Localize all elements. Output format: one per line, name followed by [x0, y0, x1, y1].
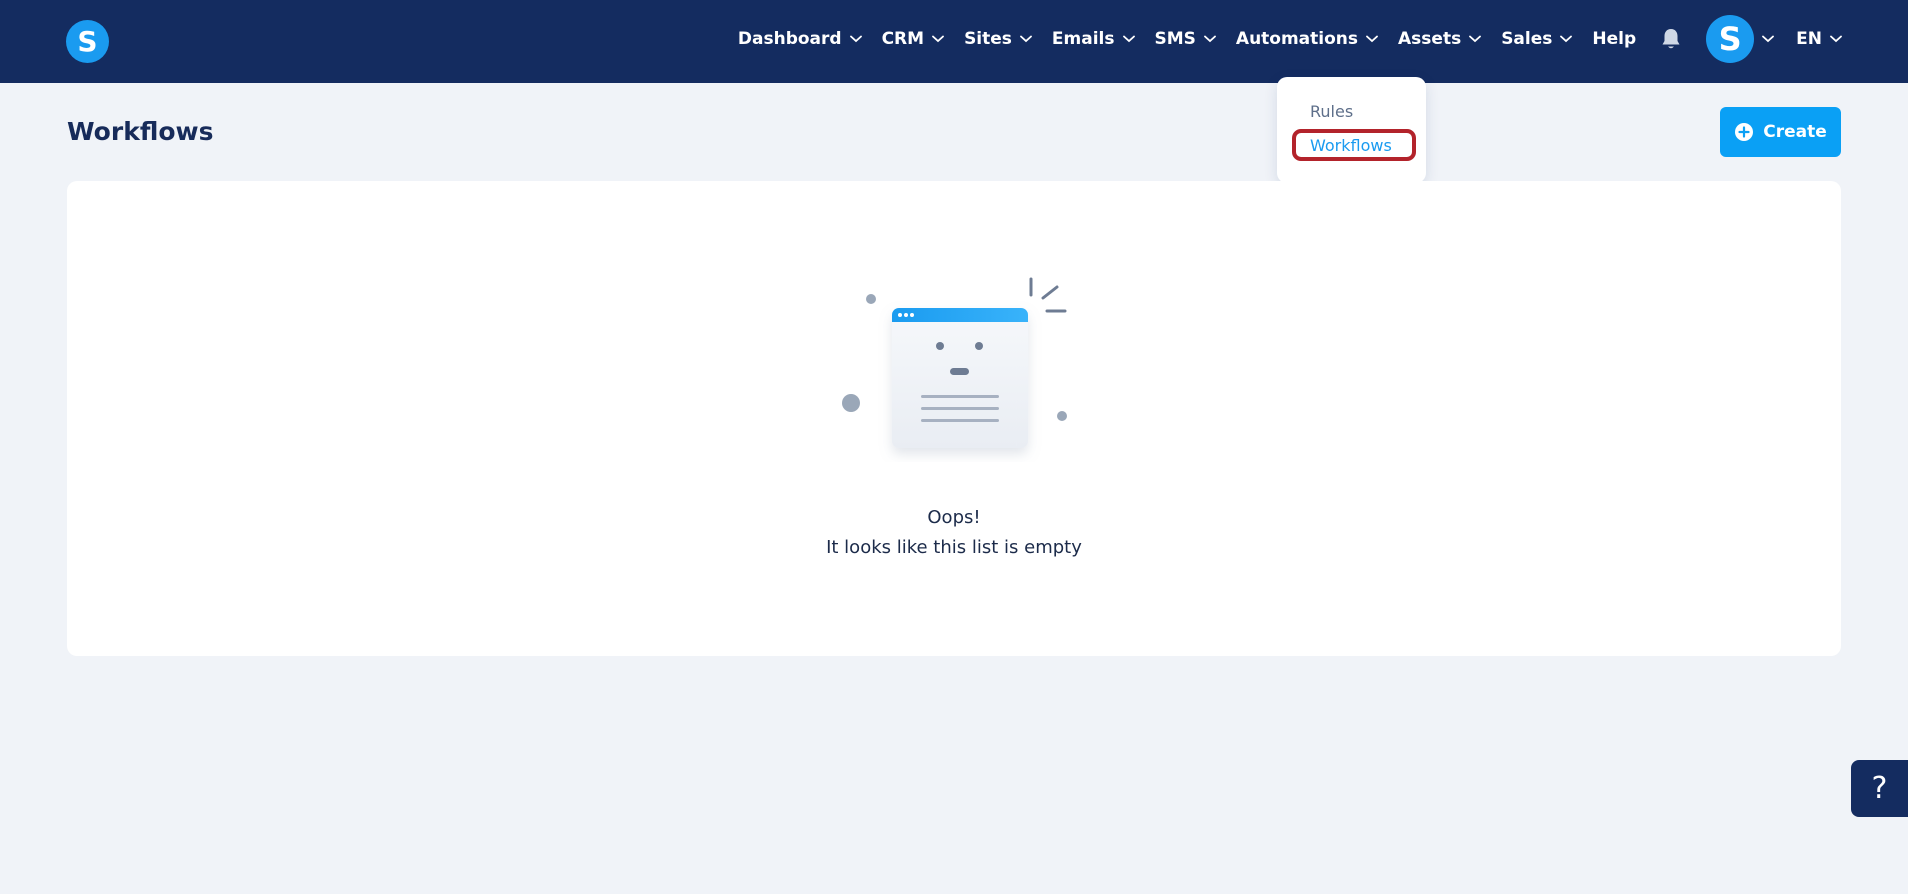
top-navbar: S Dashboard CRM Sites Emails SMS Automat… — [0, 0, 1908, 83]
nav-item-assets[interactable]: Assets — [1398, 29, 1482, 49]
nav-item-label: Help — [1592, 29, 1637, 49]
nav-item-label: Dashboard — [737, 29, 842, 49]
nav-item-emails[interactable]: Emails — [1052, 29, 1135, 49]
nav-item-sales[interactable]: Sales — [1501, 29, 1573, 49]
chevron-down-icon — [1560, 35, 1573, 43]
nav-item-label: Sales — [1501, 29, 1553, 49]
nav-item-label: SMS — [1154, 29, 1196, 49]
nav-item-label: Sites — [964, 29, 1012, 49]
app-logo[interactable]: S — [66, 20, 109, 63]
nav-item-dashboard[interactable]: Dashboard — [738, 29, 862, 49]
main-nav: Dashboard CRM Sites Emails SMS Automatio… — [738, 0, 1842, 78]
nav-item-label: CRM — [881, 29, 925, 49]
chevron-down-icon — [1469, 35, 1482, 43]
create-label: Create — [1763, 122, 1827, 142]
empty-state-title: Oops! — [927, 507, 981, 528]
nav-item-help[interactable]: Help — [1592, 29, 1636, 49]
chevron-down-icon — [1830, 35, 1842, 43]
avatar: S — [1706, 15, 1755, 63]
menu-item-workflows[interactable]: Workflows — [1310, 136, 1392, 155]
user-menu[interactable]: S — [1706, 15, 1775, 63]
bell-icon — [1662, 29, 1680, 49]
chevron-down-icon — [1122, 35, 1135, 43]
logo-letter: S — [77, 25, 98, 58]
empty-state-message: It looks like this list is empty — [826, 537, 1082, 558]
nav-item-sites[interactable]: Sites — [964, 29, 1032, 49]
nav-item-label: Emails — [1051, 29, 1115, 49]
nav-item-crm[interactable]: CRM — [882, 29, 944, 49]
notifications-button[interactable] — [1656, 27, 1682, 51]
question-icon: ? — [1871, 771, 1888, 806]
chevron-down-icon — [1020, 35, 1032, 43]
create-button[interactable]: Create — [1720, 107, 1841, 157]
chevron-down-icon — [1204, 35, 1216, 43]
automations-dropdown: Rules Workflows — [1277, 77, 1426, 183]
chevron-down-icon — [932, 35, 944, 43]
nav-item-label: Assets — [1398, 29, 1462, 49]
help-widget-button[interactable]: ? — [1851, 760, 1908, 817]
avatar-letter: S — [1718, 20, 1742, 58]
nav-item-sms[interactable]: SMS — [1155, 29, 1216, 49]
language-label: EN — [1796, 29, 1822, 49]
chevron-down-icon — [849, 35, 862, 43]
page-title: Workflows — [67, 117, 214, 146]
nav-item-label: Automations — [1235, 29, 1359, 49]
language-selector[interactable]: EN — [1796, 29, 1842, 49]
plus-circle-icon — [1735, 123, 1754, 141]
menu-item-rules[interactable]: Rules — [1310, 102, 1353, 121]
empty-list-illustration — [842, 277, 1067, 448]
chevron-down-icon — [1762, 35, 1775, 43]
chevron-down-icon — [1366, 35, 1378, 43]
nav-item-automations[interactable]: Automations — [1236, 29, 1378, 49]
